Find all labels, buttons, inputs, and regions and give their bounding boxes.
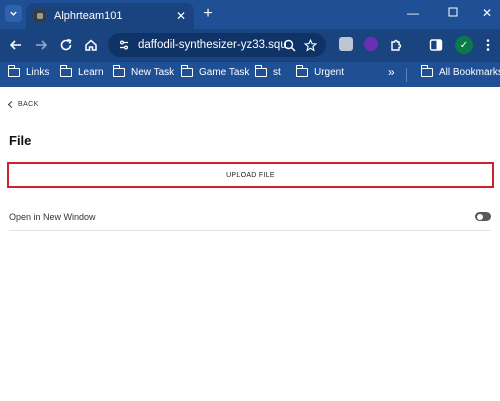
bookmarks-divider xyxy=(406,68,407,82)
bookmark-folder-learn[interactable]: Learn xyxy=(59,65,104,78)
maximize-icon[interactable] xyxy=(446,6,460,20)
new-tab-button[interactable]: + xyxy=(200,4,216,24)
all-bookmarks-label: All Bookmarks xyxy=(439,67,500,78)
bookmark-label: New Task xyxy=(131,67,175,78)
browser-chrome: Alphrteam101 ✕ + — ✕ daffodil-synthesize… xyxy=(0,0,500,87)
tab-search-button[interactable] xyxy=(5,5,22,22)
bookmark-folder-links[interactable]: Links xyxy=(7,65,50,78)
bookmarks-bar: Links Learn New Task Game Task st Urgent… xyxy=(0,61,500,87)
side-panel-icon[interactable] xyxy=(428,37,444,53)
back-label: BACK xyxy=(18,101,39,108)
site-info-icon[interactable] xyxy=(118,39,130,51)
home-icon[interactable] xyxy=(83,37,99,53)
folder-icon xyxy=(112,65,125,77)
open-new-window-toggle[interactable] xyxy=(475,212,491,221)
open-new-window-row: Open in New Window xyxy=(9,209,491,231)
folder-icon xyxy=(59,65,72,77)
tab-title: Alphrteam101 xyxy=(54,10,123,22)
bookmark-label: Learn xyxy=(78,67,104,78)
bookmark-star-icon[interactable] xyxy=(303,38,317,52)
chevron-down-icon xyxy=(10,11,17,16)
overflow-chevron-icon: » xyxy=(388,65,395,79)
bookmark-label: st xyxy=(273,67,281,78)
active-tab[interactable]: Alphrteam101 ✕ xyxy=(26,3,194,29)
zoom-search-icon[interactable] xyxy=(282,38,296,52)
all-bookmarks-button[interactable]: All Bookmarks xyxy=(420,65,500,78)
bookmark-folder-st[interactable]: st xyxy=(254,65,281,78)
upload-file-label: UPLOAD FILE xyxy=(226,171,275,179)
bookmark-folder-urgent[interactable]: Urgent xyxy=(295,65,345,78)
site-favicon-icon xyxy=(34,10,46,22)
page-title: File xyxy=(9,133,32,148)
more-menu-icon[interactable] xyxy=(480,37,496,53)
folder-icon xyxy=(420,65,433,77)
bookmark-label: Urgent xyxy=(314,67,345,78)
reload-icon[interactable] xyxy=(58,37,74,53)
page-content: BACK File UPLOAD FILE Open in New Window xyxy=(0,87,500,401)
extension-icon[interactable] xyxy=(339,37,353,51)
bookmark-label: Game Task xyxy=(199,67,250,78)
bookmark-label: Links xyxy=(26,67,50,78)
bookmarks-overflow-button[interactable]: » xyxy=(388,65,395,79)
folder-icon xyxy=(180,65,193,77)
upload-file-button[interactable]: UPLOAD FILE xyxy=(7,162,494,188)
toggle-knob xyxy=(477,213,483,220)
tab-strip: Alphrteam101 ✕ + — ✕ xyxy=(0,0,500,29)
close-icon[interactable]: ✕ xyxy=(172,9,190,23)
address-url: daffodil-synthesizer-yz33.squ... xyxy=(138,39,288,51)
back-link[interactable]: BACK xyxy=(7,100,39,109)
browser-toolbar: daffodil-synthesizer-yz33.squ... ✓ xyxy=(0,29,500,61)
open-new-window-label: Open in New Window xyxy=(9,212,96,222)
window-close-icon[interactable]: ✕ xyxy=(480,6,494,20)
folder-icon xyxy=(254,65,267,77)
back-arrow-icon[interactable] xyxy=(8,37,24,53)
extensions-puzzle-icon[interactable] xyxy=(388,37,404,53)
minimize-icon[interactable]: — xyxy=(406,6,420,20)
folder-icon xyxy=(7,65,20,77)
folder-icon xyxy=(295,65,308,77)
profile-avatar[interactable]: ✓ xyxy=(455,36,473,54)
extension-circle-icon[interactable] xyxy=(364,37,378,51)
chevron-left-icon xyxy=(7,100,16,109)
forward-arrow-icon[interactable] xyxy=(33,37,49,53)
bookmark-folder-game-task[interactable]: Game Task xyxy=(180,65,250,78)
bookmark-folder-new-task[interactable]: New Task xyxy=(112,65,175,78)
